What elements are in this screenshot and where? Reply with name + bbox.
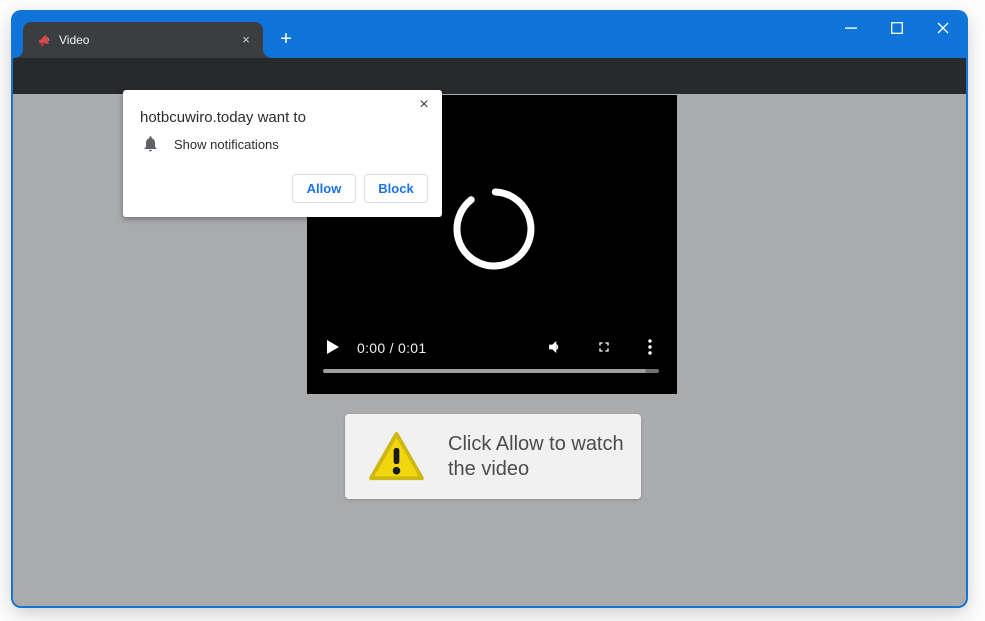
tab-video[interactable]: Video ×	[23, 22, 263, 58]
volume-icon[interactable]	[547, 339, 564, 355]
play-icon[interactable]	[326, 340, 340, 354]
dialog-buttons: Allow Block	[292, 174, 428, 203]
tab-close-icon[interactable]: ×	[237, 31, 255, 49]
permission-row: Show notifications	[143, 136, 279, 152]
overlay-message-box: Click Allow to watch the video	[345, 414, 641, 499]
video-time: 0:00 / 0:01	[357, 340, 426, 356]
megaphone-icon	[36, 33, 51, 48]
maximize-icon[interactable]	[874, 12, 920, 44]
allow-button[interactable]: Allow	[292, 174, 356, 203]
new-tab-button[interactable]: +	[275, 29, 297, 51]
bell-icon	[143, 136, 158, 152]
minimize-icon[interactable]	[828, 12, 874, 44]
dialog-title: hotbcuwiro.today want to	[140, 109, 306, 126]
window-controls	[828, 12, 966, 44]
screenshot-stage: Video × +	[0, 0, 985, 621]
browser-toolbar: Not secure | hotbcuwiro.today	[13, 58, 966, 94]
warning-triangle-yellow-icon	[368, 431, 425, 482]
block-button[interactable]: Block	[364, 174, 428, 203]
tab-corner-flare	[15, 50, 23, 58]
browser-window: Video × +	[13, 12, 966, 606]
tab-title: Video	[59, 33, 237, 47]
kebab-menu-icon[interactable]	[647, 339, 653, 355]
tab-corner-flare	[263, 50, 271, 58]
close-icon[interactable]	[920, 12, 966, 44]
dialog-close-icon[interactable]: ×	[415, 96, 433, 114]
overlay-message-text: Click Allow to watch the video	[448, 432, 631, 482]
tab-strip: Video × +	[13, 12, 966, 58]
video-progress-bar[interactable]	[323, 369, 659, 373]
notification-permission-dialog: × hotbcuwiro.today want to Show notifica…	[123, 90, 442, 217]
fullscreen-icon[interactable]	[596, 339, 612, 355]
permission-label: Show notifications	[174, 137, 279, 152]
